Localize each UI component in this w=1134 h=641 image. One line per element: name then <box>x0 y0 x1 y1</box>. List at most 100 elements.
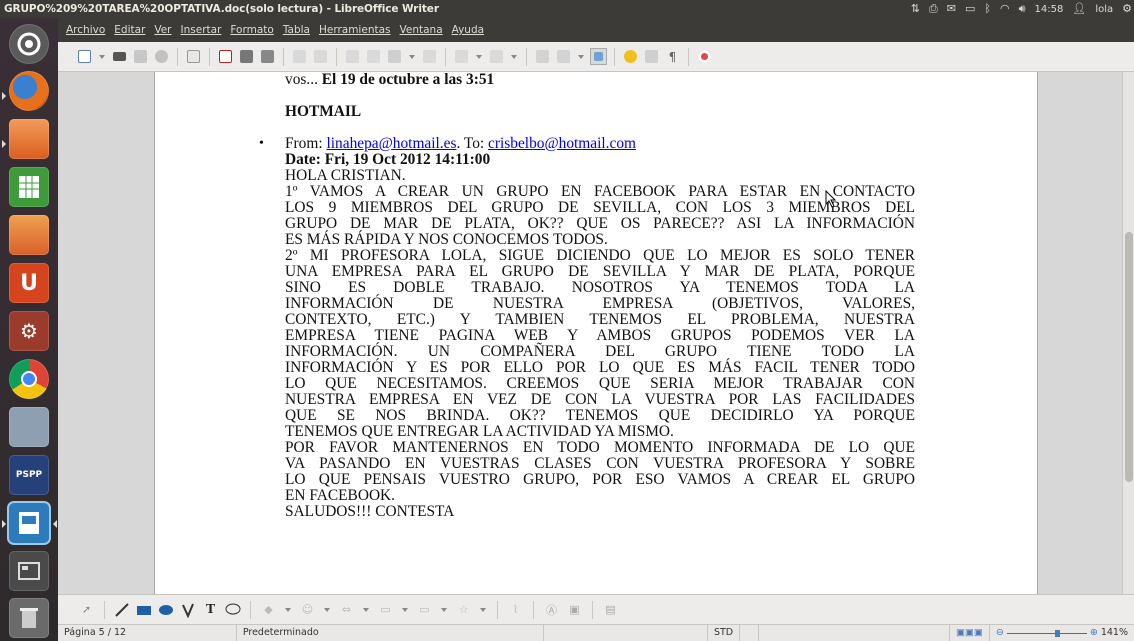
date-line: vos... El 19 de octubre a las 3:51 <box>285 72 495 88</box>
menu-ver[interactable]: Ver <box>154 24 171 36</box>
selection-mode[interactable]: STD <box>708 624 741 641</box>
body-line: 1º VAMOS A CREAR UN GRUPO EN FACEBOOK PA… <box>285 183 915 200</box>
trash-icon[interactable] <box>9 598 49 638</box>
table-dropdown-arrow[interactable] <box>578 54 584 59</box>
formatting-marks-icon[interactable]: ¶ <box>664 48 681 65</box>
menu-ventana[interactable]: Ventana <box>400 24 443 36</box>
select-pointer-icon[interactable]: ➚ <box>78 601 95 618</box>
vertical-scrollbar[interactable] <box>1122 72 1134 594</box>
page-counter[interactable]: Página 5 / 12 <box>58 624 237 641</box>
software-center-icon[interactable] <box>9 215 49 255</box>
block-arrows-icon[interactable]: ⇔ <box>338 601 355 618</box>
calc-spreadsheet-icon[interactable] <box>9 167 49 207</box>
points-icon[interactable]: ⌇ <box>507 601 524 618</box>
clone-formatting-icon[interactable] <box>421 48 438 65</box>
open-folder-icon[interactable] <box>111 48 128 65</box>
body-line: SINO ES DOBLE TRABAJO. NOSOTROS YA TENEM… <box>285 279 915 296</box>
document-area[interactable]: vos... El 19 de octubre a las 3:51 HOTMA… <box>58 72 1134 594</box>
menu-archivo[interactable]: Archivo <box>66 24 105 36</box>
flowcharts-icon[interactable]: ▭ <box>377 601 394 618</box>
mail-icon[interactable]: ✉ <box>947 0 956 18</box>
redo-dropdown-arrow[interactable] <box>511 54 517 59</box>
page-text[interactable]: vos... El 19 de octubre a las 3:51 HOTMA… <box>259 72 915 520</box>
navigator-icon[interactable] <box>622 48 639 65</box>
status-bar: Página 5 / 12 Predeterminado STD ▣▣▣ ⊖ ⊕… <box>58 624 1134 641</box>
menu-ayuda[interactable]: Ayuda <box>452 24 484 36</box>
help-icon[interactable] <box>696 48 713 65</box>
menu-formato[interactable]: Formato <box>230 24 273 36</box>
autospellcheck-icon[interactable] <box>312 48 329 65</box>
to-email-link[interactable]: crisbelbo@hotmail.com <box>488 135 636 152</box>
undo-dropdown-arrow[interactable] <box>476 54 482 59</box>
email-document-icon[interactable] <box>153 48 170 65</box>
printer-icon[interactable]: ⎙ <box>929 0 938 18</box>
text-tool-icon[interactable]: T <box>202 601 219 618</box>
zoom-out-icon[interactable]: ⊖ <box>996 625 1004 641</box>
writer-document-icon[interactable] <box>9 503 49 543</box>
window-title: GRUPO%209%20TAREA%20OPTATIVA.doc(solo le… <box>4 3 439 15</box>
battery-icon[interactable]: ▭ <box>965 0 975 18</box>
extrusion-icon[interactable]: ▤ <box>602 601 619 618</box>
print-icon[interactable] <box>238 48 255 65</box>
dash-home-icon[interactable] <box>9 24 49 64</box>
menu-herramientas[interactable]: Herramientas <box>319 24 391 36</box>
redo-icon[interactable] <box>488 48 505 65</box>
image-viewer-icon[interactable] <box>9 407 49 447</box>
body-line: LOS 9 MIEMBROS DEL GRUPO DE SEVILLA, CON… <box>285 199 915 216</box>
save-icon[interactable] <box>132 48 149 65</box>
bluetooth-icon[interactable]: ᛒ <box>984 0 991 18</box>
workspace-switcher-icon[interactable] <box>9 551 49 591</box>
copy-icon[interactable] <box>365 48 382 65</box>
view-layout-icons[interactable]: ▣▣▣ <box>950 624 990 641</box>
table-icon[interactable] <box>555 48 572 65</box>
export-pdf-icon[interactable] <box>217 48 234 65</box>
stars-icon[interactable]: ☆ <box>455 601 472 618</box>
show-draw-functions-icon[interactable] <box>590 48 607 65</box>
fontwork-icon[interactable]: Ⓐ <box>543 601 560 618</box>
network-arrows-icon[interactable]: ⇅ <box>911 0 920 18</box>
edit-file-icon[interactable] <box>185 48 202 65</box>
gear-icon[interactable]: ⚙ <box>1122 0 1132 18</box>
print-preview-icon[interactable] <box>259 48 276 65</box>
pspp-icon[interactable]: PSPP <box>9 455 49 495</box>
new-dropdown-arrow[interactable] <box>99 54 105 59</box>
callout-tool-icon[interactable] <box>225 602 241 618</box>
paste-dropdown-arrow[interactable] <box>409 54 415 59</box>
from-file-icon[interactable]: ▣ <box>566 601 583 618</box>
firefox-icon[interactable] <box>9 71 49 111</box>
spellcheck-icon[interactable] <box>291 48 308 65</box>
zoom-in-icon[interactable]: ⊕ <box>1090 625 1098 641</box>
gallery-icon[interactable] <box>643 48 660 65</box>
clock[interactable]: 14:58 <box>1035 4 1064 15</box>
user-name[interactable]: lola <box>1095 4 1113 15</box>
chrome-icon[interactable] <box>9 359 49 399</box>
system-settings-icon[interactable]: ⚙ <box>9 311 49 351</box>
symbol-shapes-icon[interactable]: ☺ <box>299 601 316 618</box>
rectangle-tool-icon[interactable] <box>136 602 152 618</box>
cut-icon[interactable] <box>344 48 361 65</box>
undo-icon[interactable] <box>453 48 470 65</box>
line-tool-icon[interactable] <box>114 602 130 618</box>
menu-editar[interactable]: Editar <box>114 24 145 36</box>
page-style[interactable]: Predeterminado <box>237 624 545 641</box>
body-line: NUESTRA EMPRESA EN VEZ DE CON LA VUESTRA… <box>285 391 915 408</box>
from-email-link[interactable]: linahepa@hotmail.es <box>326 135 456 152</box>
files-icon[interactable] <box>9 119 49 159</box>
document-page[interactable]: vos... El 19 de octubre a las 3:51 HOTMA… <box>154 72 1038 594</box>
freeform-tool-icon[interactable] <box>180 602 196 618</box>
new-document-icon[interactable] <box>76 48 93 65</box>
ubuntu-one-icon[interactable]: U <box>9 263 49 303</box>
callouts-icon[interactable]: ▭ <box>416 601 433 618</box>
volume-icon[interactable]: 🔊︎ <box>1019 0 1026 18</box>
scrollbar-thumb[interactable] <box>1125 232 1133 482</box>
zoom-level[interactable]: 141% <box>1101 625 1128 641</box>
wifi-icon[interactable]: ◠ <box>1000 0 1010 18</box>
body-line: CONTEXTO, ETC.) Y TAMBIEN TENEMOS EL PRO… <box>285 311 915 328</box>
menu-tabla[interactable]: Tabla <box>283 24 310 36</box>
zoom-slider[interactable]: ⊖ ⊕ 141% <box>990 625 1134 641</box>
basic-shapes-icon[interactable]: ◆ <box>260 601 277 618</box>
paste-icon[interactable] <box>386 48 403 65</box>
ellipse-tool-icon[interactable] <box>158 602 174 618</box>
hyperlink-icon[interactable] <box>534 48 551 65</box>
menu-insertar[interactable]: Insertar <box>181 24 222 36</box>
